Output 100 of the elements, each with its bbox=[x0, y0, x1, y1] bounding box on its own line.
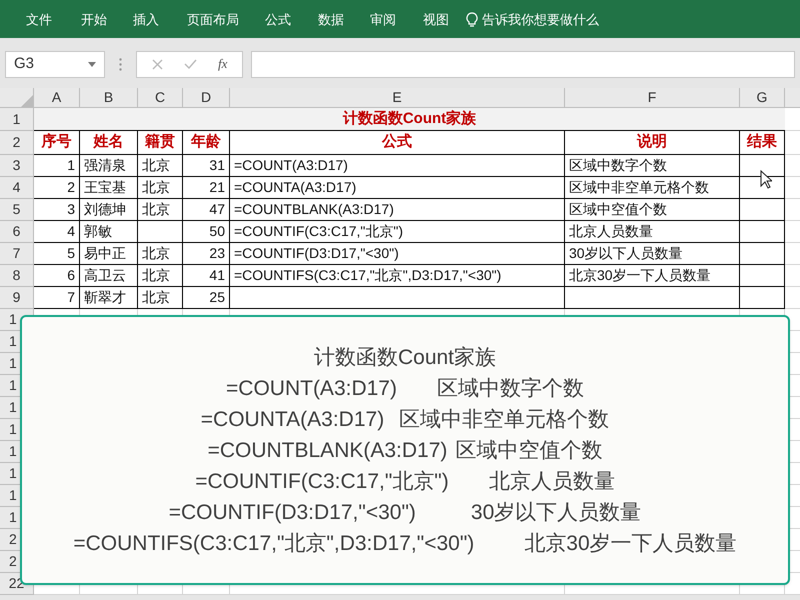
column-header[interactable]: C bbox=[138, 88, 183, 108]
formula-text: =COUNTA(A3:D17) bbox=[200, 406, 384, 432]
table-cell: 7 bbox=[34, 287, 80, 309]
formula-text: =COUNT(A3:D17) bbox=[226, 376, 397, 402]
row-header[interactable]: 5 bbox=[0, 199, 34, 221]
table-cell: 计数函数Count家族 bbox=[34, 108, 785, 131]
ribbon-tab[interactable]: 文件 bbox=[18, 8, 60, 32]
table-cell: 北京30岁一下人员数量 bbox=[565, 265, 740, 287]
table-cell: 郭敏 bbox=[80, 221, 138, 243]
column-header[interactable]: B bbox=[80, 88, 138, 108]
row-header[interactable]: 8 bbox=[0, 265, 34, 287]
column-header[interactable]: F bbox=[565, 88, 740, 108]
table-cell: 31 bbox=[183, 155, 230, 177]
table-cell: 说明 bbox=[565, 131, 740, 155]
row-header[interactable]: 4 bbox=[0, 177, 34, 199]
row-header[interactable]: 3 bbox=[0, 155, 34, 177]
table-cell: 靳翠才 bbox=[80, 287, 138, 309]
table-cell: =COUNTBLANK(A3:D17) bbox=[230, 199, 565, 221]
table-cell: 41 bbox=[183, 265, 230, 287]
description-text: 区域中数字个数 bbox=[436, 376, 584, 402]
description-text: 30岁以下人员数量 bbox=[470, 500, 642, 526]
empty-cell bbox=[740, 287, 785, 309]
table-cell: 北京 bbox=[138, 265, 183, 287]
table-cell: 北京 bbox=[138, 243, 183, 265]
pointer-icon bbox=[760, 170, 772, 189]
check-icon[interactable] bbox=[184, 59, 197, 69]
close-icon[interactable] bbox=[152, 58, 163, 70]
table-cell: 北京 bbox=[138, 287, 183, 309]
table-cell: 区域中非空单元格个数 bbox=[565, 177, 740, 199]
tell-me-button[interactable]: 告诉我你想要做什么 bbox=[466, 8, 599, 32]
table-cell: =COUNTIFS(C3:C17,"北京",D3:D17,"<30") bbox=[230, 265, 565, 287]
table-cell: =COUNTIF(C3:C17,"北京") bbox=[230, 221, 565, 243]
table-cell: 刘德坤 bbox=[80, 199, 138, 221]
table-cell: 21 bbox=[183, 177, 230, 199]
formula-text: =COUNTBLANK(A3:D17) bbox=[208, 438, 448, 464]
description-text: 北京人员数量 bbox=[488, 468, 615, 494]
table-cell: 4 bbox=[34, 221, 80, 243]
caret-icon bbox=[88, 62, 96, 66]
table-cell: 籍贯 bbox=[138, 131, 183, 155]
description-text: 北京30岁一下人员数量 bbox=[524, 530, 737, 556]
ribbon-tab[interactable]: 视图 bbox=[415, 8, 457, 32]
callout-title: 计数函数Count家族 bbox=[314, 344, 496, 370]
table-cell: 23 bbox=[183, 243, 230, 265]
row-header[interactable]: 9 bbox=[0, 287, 34, 309]
table-cell: 王宝基 bbox=[80, 177, 138, 199]
ribbon-tab[interactable]: 数据 bbox=[310, 8, 352, 32]
table-cell: 序号 bbox=[34, 131, 80, 155]
empty-cell bbox=[740, 243, 785, 265]
empty-cell bbox=[740, 221, 785, 243]
table-cell: 6 bbox=[34, 265, 80, 287]
insert-function-button[interactable]: fx bbox=[218, 54, 228, 74]
formula-input[interactable] bbox=[251, 50, 795, 78]
table-cell: 25 bbox=[183, 287, 230, 309]
table-cell: 北京 bbox=[138, 199, 183, 221]
table-cell: 区域中空值个数 bbox=[565, 199, 740, 221]
table-cell: 强清泉 bbox=[80, 155, 138, 177]
table-cell: 姓名 bbox=[80, 131, 138, 155]
table-cell: 1 bbox=[34, 155, 80, 177]
table-cell: 北京人员数量 bbox=[565, 221, 740, 243]
empty-cell bbox=[740, 265, 785, 287]
column-header[interactable]: E bbox=[230, 88, 565, 108]
table-cell: 北京 bbox=[138, 177, 183, 199]
table-cell: 47 bbox=[183, 199, 230, 221]
table-cell: 公式 bbox=[230, 131, 565, 155]
formula-text: =COUNTIFS(C3:C17,"北京",D3:D17,"<30") bbox=[73, 530, 474, 556]
table-cell: 30岁以下人员数量 bbox=[565, 243, 740, 265]
empty-cell bbox=[740, 199, 785, 221]
table-cell: 年龄 bbox=[183, 131, 230, 155]
table-cell: 北京 bbox=[138, 155, 183, 177]
column-header[interactable]: D bbox=[183, 88, 230, 108]
row-header[interactable]: 1 bbox=[0, 108, 34, 131]
table-cell: 3 bbox=[34, 199, 80, 221]
table-cell: =COUNTIF(D3:D17,"<30") bbox=[230, 243, 565, 265]
ribbon-tab[interactable]: 页面布局 bbox=[179, 8, 247, 32]
ribbon-tab[interactable]: 审阅 bbox=[362, 8, 404, 32]
grip-icon bbox=[119, 58, 122, 70]
table-cell: 2 bbox=[34, 177, 80, 199]
ribbon-tab[interactable]: 插入 bbox=[125, 8, 167, 32]
ribbon-tab[interactable]: 公式 bbox=[257, 8, 299, 32]
row-header[interactable]: 7 bbox=[0, 243, 34, 265]
table-cell: 高卫云 bbox=[80, 265, 138, 287]
description-text: 区域中非空单元格个数 bbox=[399, 406, 610, 432]
table-cell: 5 bbox=[34, 243, 80, 265]
column-header[interactable]: G bbox=[740, 88, 785, 108]
table-cell: 50 bbox=[183, 221, 230, 243]
column-header[interactable] bbox=[785, 88, 800, 108]
name-box[interactable]: G3 bbox=[5, 50, 105, 78]
table-cell: 易中正 bbox=[80, 243, 138, 265]
ribbon-tab[interactable]: 开始 bbox=[73, 8, 115, 32]
empty-cell bbox=[138, 221, 183, 243]
row-header[interactable]: 2 bbox=[0, 131, 34, 155]
formula-text: =COUNTIF(C3:C17,"北京") bbox=[195, 468, 449, 494]
row-header[interactable]: 6 bbox=[0, 221, 34, 243]
table-cell: =COUNTA(A3:D17) bbox=[230, 177, 565, 199]
column-header[interactable]: A bbox=[34, 88, 80, 108]
description-text: 区域中空值个数 bbox=[455, 438, 602, 464]
lightbulb-icon bbox=[466, 12, 478, 28]
table-cell: =COUNT(A3:D17) bbox=[230, 155, 565, 177]
table-cell: 结果 bbox=[740, 131, 785, 155]
formula-text: =COUNTIF(D3:D17,"<30") bbox=[168, 500, 416, 526]
